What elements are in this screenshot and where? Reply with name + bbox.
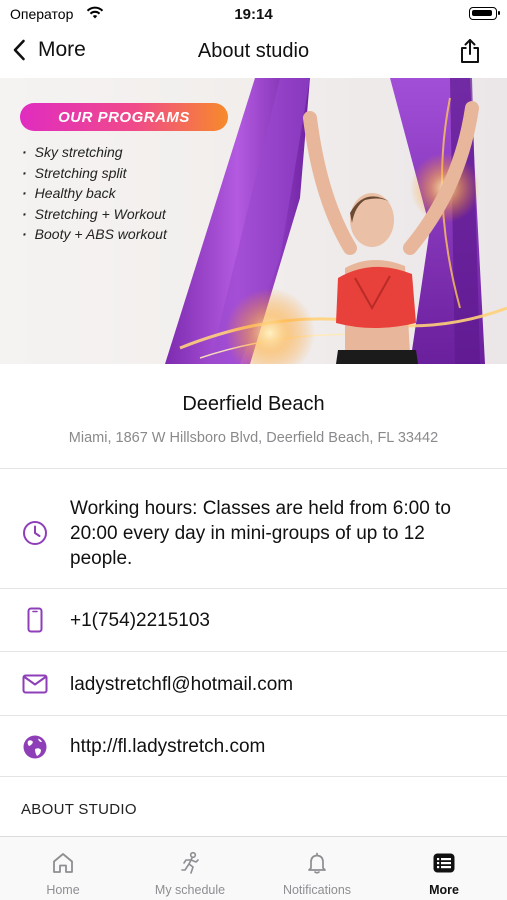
home-icon: [53, 853, 73, 873]
website-row[interactable]: http://fl.ladystretch.com: [0, 716, 507, 776]
program-item: Booty + ABS workout: [22, 224, 167, 245]
website-link[interactable]: http://fl.ladystretch.com: [70, 734, 487, 759]
tab-label: Notifications: [282, 883, 352, 897]
clock-icon: [23, 521, 47, 545]
tab-bar: Home My schedule Notifications More: [0, 836, 507, 900]
programs-badge: OUR PROGRAMS: [20, 103, 228, 131]
phone-number[interactable]: +1(754)2215103: [70, 608, 487, 633]
share-icon[interactable]: [459, 38, 481, 64]
phone-row[interactable]: +1(754)2215103: [0, 589, 507, 651]
page-title: About studio: [197, 40, 310, 62]
tab-label: My schedule: [154, 883, 226, 897]
status-time: 19:14: [234, 6, 273, 23]
status-bar: Оператор 19:14: [0, 0, 507, 28]
more-list-icon: [433, 853, 455, 873]
program-item: Healthy back: [22, 183, 167, 204]
navigation-bar: More About studio: [0, 30, 507, 76]
bell-icon: [308, 852, 326, 874]
mail-icon: [22, 674, 48, 694]
tab-notifications[interactable]: Notifications: [254, 837, 380, 900]
tab-label: More: [429, 883, 459, 897]
section-header-about: ABOUT STUDIO: [21, 801, 137, 818]
program-item: Sky stretching: [22, 142, 167, 163]
globe-icon: [23, 735, 47, 759]
phone-icon: [27, 607, 43, 633]
battery-icon: [469, 7, 500, 20]
divider: [0, 468, 507, 469]
hero-banner: OUR PROGRAMS Sky stretching Stretching s…: [0, 78, 507, 364]
program-item: Stretching + Workout: [22, 204, 167, 225]
tab-more[interactable]: More: [381, 837, 507, 900]
email-address[interactable]: ladystretchfl@hotmail.com: [70, 672, 487, 697]
tab-label: Home: [46, 883, 80, 897]
working-hours-row: Working hours: Classes are held from 6:0…: [0, 496, 507, 572]
tab-my-schedule[interactable]: My schedule: [127, 837, 253, 900]
tab-home[interactable]: Home: [0, 837, 126, 900]
working-hours-text: Working hours: Classes are held from 6:0…: [70, 498, 451, 569]
program-item: Stretching split: [22, 163, 167, 184]
divider: [0, 776, 507, 777]
studio-name: Deerfield Beach: [182, 393, 325, 415]
schedule-icon: [181, 851, 199, 874]
studio-address: Miami, 1867 W Hillsboro Blvd, Deerfield …: [68, 430, 439, 446]
programs-list: Sky stretching Stretching split Healthy …: [22, 142, 167, 245]
email-row[interactable]: ladystretchfl@hotmail.com: [0, 652, 507, 715]
